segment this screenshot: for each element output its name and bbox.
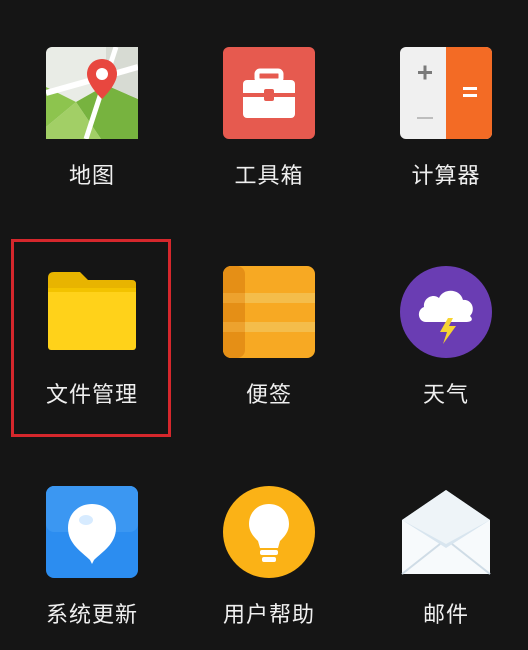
maps-icon xyxy=(46,47,138,139)
app-mail[interactable]: 邮件 xyxy=(366,486,526,630)
app-label-notes: 便签 xyxy=(245,383,292,408)
app-label-maps: 地图 xyxy=(68,164,115,189)
app-label-system-update: 系统更新 xyxy=(45,603,138,628)
lightbulb-icon xyxy=(223,486,315,578)
weather-icon xyxy=(400,266,492,358)
app-label-weather: 天气 xyxy=(422,383,469,408)
app-label-mail: 邮件 xyxy=(422,603,469,628)
app-maps[interactable]: 地图 xyxy=(12,47,172,191)
app-label-help: 用户帮助 xyxy=(222,603,315,628)
app-label-toolbox: 工具箱 xyxy=(234,164,304,189)
app-label-file-manager: 文件管理 xyxy=(45,383,138,408)
toolbox-icon xyxy=(223,47,315,139)
app-help[interactable]: 用户帮助 xyxy=(189,486,349,630)
mail-icon xyxy=(401,490,491,575)
app-toolbox[interactable]: 工具箱 xyxy=(189,47,349,191)
home-screen: 地图 工具箱 计算器 文件管理 便签 天气 系统更新 用户帮助 邮件 xyxy=(0,0,528,650)
app-calculator[interactable]: 计算器 xyxy=(366,47,526,191)
app-file-manager[interactable]: 文件管理 xyxy=(12,266,172,410)
folder-icon xyxy=(48,272,136,350)
notes-icon xyxy=(223,266,315,358)
app-notes[interactable]: 便签 xyxy=(189,266,349,410)
system-update-icon xyxy=(46,486,138,578)
app-weather[interactable]: 天气 xyxy=(366,266,526,410)
app-system-update[interactable]: 系统更新 xyxy=(12,486,172,630)
app-label-calculator: 计算器 xyxy=(411,164,481,189)
calculator-icon xyxy=(400,47,492,139)
